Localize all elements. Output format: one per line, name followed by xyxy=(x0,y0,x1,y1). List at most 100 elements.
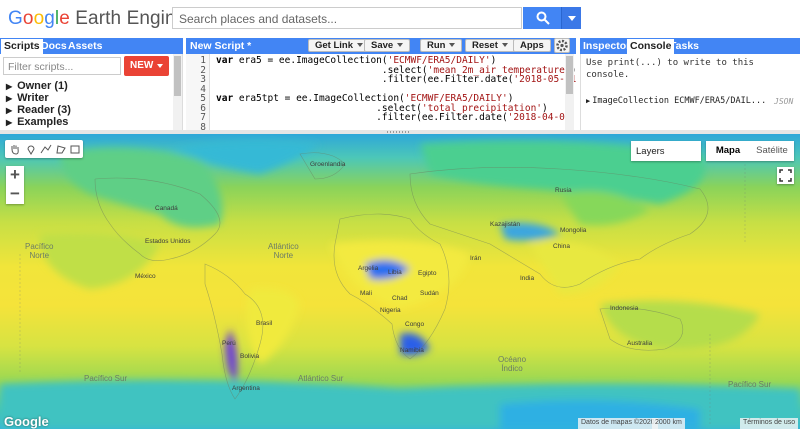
country-label: Namibia xyxy=(400,347,424,354)
temperature-layer xyxy=(0,134,800,429)
scripts-panel: Filter scripts... NEW ▶ Owner (1) ▶ Writ… xyxy=(0,54,183,130)
ocean-label: Océano Índico xyxy=(498,355,527,373)
rectangle-icon[interactable] xyxy=(69,143,81,155)
logo-letter-2: o xyxy=(22,8,34,29)
logo-letter-1: G xyxy=(8,8,23,29)
splitter-grip[interactable] xyxy=(387,131,411,133)
map-type-map[interactable]: Mapa xyxy=(706,141,750,161)
earth-engine-logo[interactable]: Google Earth Engine xyxy=(8,8,186,30)
code-line[interactable]: .filter(ee.Filter.date('2018-04-01', '20… xyxy=(216,113,576,123)
triangle-right-icon: ▶ xyxy=(6,82,13,91)
logo-product-name: Earth Engine xyxy=(69,8,187,29)
country-label: Chad xyxy=(392,295,408,302)
polygon-icon[interactable] xyxy=(55,143,67,155)
console-output-item[interactable]: ▶ ImageCollection ECMWF/ERA5/DAIL... xyxy=(586,96,766,106)
console-hint: Use print(...) to write to this console. xyxy=(586,58,754,80)
script-title[interactable]: New Script * xyxy=(190,40,251,52)
fullscreen-button[interactable] xyxy=(777,167,794,184)
country-label: Perú xyxy=(222,340,236,347)
tab-docs[interactable]: Docs xyxy=(41,40,67,52)
map-type-satellite[interactable]: Satélite xyxy=(750,141,794,161)
map-view[interactable]: Pacífico Norte Atlántico Norte Pacífico Su… xyxy=(0,134,800,429)
top-header: Google Earth Engine Search places and da… xyxy=(0,0,800,37)
tab-inspector[interactable]: Inspector xyxy=(583,40,630,52)
filter-scripts-input[interactable]: Filter scripts... xyxy=(3,57,121,75)
country-label: Canadá xyxy=(155,205,178,212)
layers-button[interactable]: Layers xyxy=(631,141,701,161)
tree-item-examples[interactable]: ▶ Examples xyxy=(6,116,68,128)
country-label: Argentina xyxy=(232,385,260,392)
triangle-right-icon: ▶ xyxy=(6,94,13,103)
zoom-out-button[interactable]: − xyxy=(6,185,24,204)
save-button[interactable]: Save xyxy=(364,39,411,52)
chevron-down-icon xyxy=(449,43,456,48)
new-script-button[interactable]: NEW xyxy=(124,56,169,76)
ocean-label: Pacífico Sur xyxy=(84,374,128,383)
chevron-down-icon xyxy=(157,64,163,68)
apps-button[interactable]: Apps xyxy=(513,39,551,52)
country-label: China xyxy=(553,243,570,250)
code-area[interactable]: 1 2 3 4 5 6 7 8 var era5 = ee.ImageColle… xyxy=(186,54,576,130)
run-label: Run xyxy=(427,40,446,51)
reset-button[interactable]: Reset xyxy=(465,39,515,52)
tab-tasks[interactable]: Tasks xyxy=(670,40,699,52)
run-button[interactable]: Run xyxy=(420,39,463,52)
map-type-control: Mapa Satélite xyxy=(706,141,794,161)
country-label: Argelia xyxy=(358,265,379,272)
chevron-down-icon xyxy=(397,43,404,48)
hand-icon[interactable] xyxy=(9,143,21,155)
line-icon[interactable] xyxy=(40,143,52,155)
country-label: Kazajistán xyxy=(490,221,520,228)
code-editor[interactable]: 1 2 3 4 5 6 7 8 var era5 = ee.ImageColle… xyxy=(186,54,576,130)
editor-scrollbar[interactable] xyxy=(565,54,574,130)
map-attribution: Datos de mapas ©2020 xyxy=(578,418,658,429)
scale-label: 2000 km xyxy=(652,418,685,429)
country-label: Bolivia xyxy=(240,353,260,360)
tree-item-writer[interactable]: ▶ Writer xyxy=(6,92,49,104)
country-label: Rusia xyxy=(555,187,572,194)
search-button[interactable] xyxy=(523,7,561,29)
tab-console[interactable]: Console xyxy=(627,39,675,54)
get-link-button[interactable]: Get Link xyxy=(308,39,371,52)
scrollbar-thumb[interactable] xyxy=(566,56,573,94)
marker-icon[interactable] xyxy=(25,143,37,155)
country-label: India xyxy=(520,275,535,282)
google-map-logo: Google xyxy=(4,414,49,429)
logo-letter-3: o xyxy=(33,8,45,29)
tree-item-label: Reader xyxy=(17,104,55,116)
code-line[interactable]: .filter(ee.Filter.date('2018-05-01', '20… xyxy=(216,75,576,85)
country-label: Mongolia xyxy=(560,227,587,234)
terms-link[interactable]: Términos de uso xyxy=(740,418,799,429)
scrollbar-thumb[interactable] xyxy=(174,56,181,96)
tab-assets[interactable]: Assets xyxy=(68,40,102,52)
country-label: Sudán xyxy=(420,290,439,297)
country-label: Congo xyxy=(405,321,425,328)
ocean-label: Atlántico Sur xyxy=(298,374,344,383)
chevron-down-icon xyxy=(568,16,576,21)
new-label: NEW xyxy=(130,60,154,71)
triangle-right-icon: ▶ xyxy=(586,97,591,105)
country-label: México xyxy=(135,273,156,280)
zoom-in-button[interactable]: + xyxy=(6,166,24,185)
tree-item-label: Examples xyxy=(17,116,69,128)
search-dropdown-button[interactable] xyxy=(561,7,581,29)
get-link-label: Get Link xyxy=(315,40,354,51)
logo-letter-6: e xyxy=(59,8,70,29)
tab-scripts[interactable]: Scripts xyxy=(1,39,43,54)
country-label: Indonesia xyxy=(610,305,639,312)
right-panel-tabbar: Inspector Console Tasks xyxy=(580,38,800,54)
settings-button[interactable] xyxy=(554,38,570,53)
country-label: Libia xyxy=(388,269,402,276)
search-input[interactable]: Search places and datasets... xyxy=(172,7,522,29)
left-scrollbar[interactable] xyxy=(173,54,182,130)
country-label: Groenlandia xyxy=(310,161,346,168)
tree-item-label: Owner xyxy=(17,80,52,92)
ocean-label: Pacífico Norte xyxy=(25,242,54,260)
search-icon xyxy=(536,11,550,25)
triangle-right-icon: ▶ xyxy=(6,118,13,127)
tree-item-reader[interactable]: ▶ Reader (3) xyxy=(6,104,71,116)
json-button[interactable]: JSON xyxy=(774,97,793,106)
tree-item-count: (1) xyxy=(54,80,68,92)
tree-item-owner[interactable]: ▶ Owner (1) xyxy=(6,80,68,92)
editor-tabbar: New Script * Get Link Save Run Reset App… xyxy=(186,38,576,54)
